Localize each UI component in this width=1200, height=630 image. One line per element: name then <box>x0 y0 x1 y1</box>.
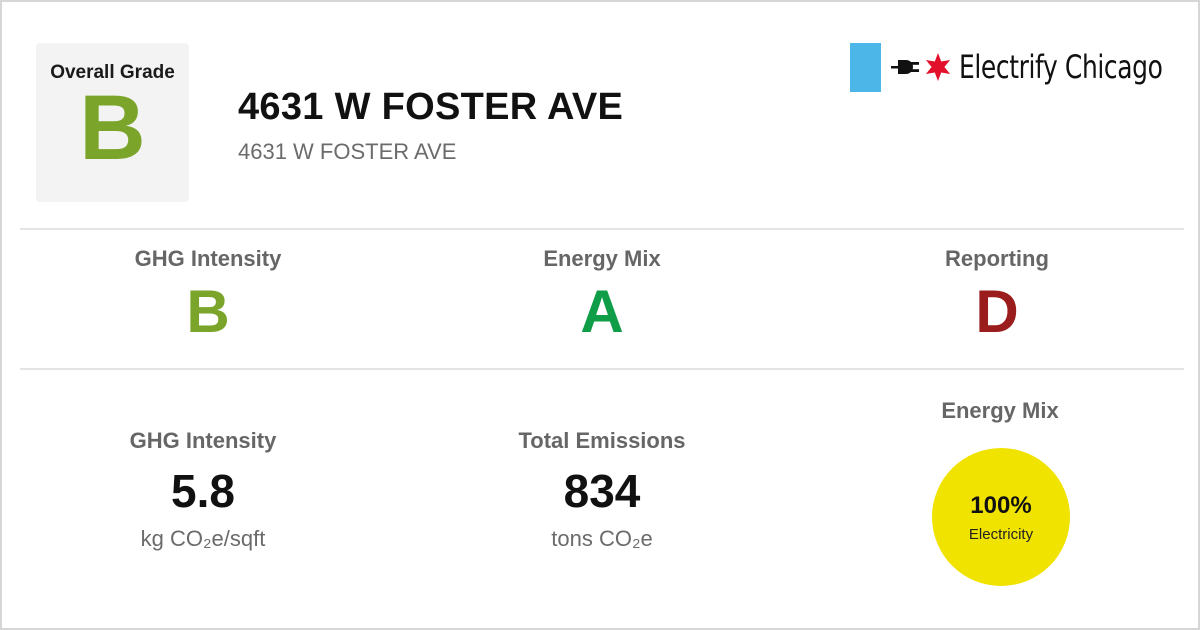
ghg-intensity-stat-label: GHG Intensity <box>129 428 277 453</box>
total-emissions-value: 834 <box>563 465 641 517</box>
ghg-intensity-unit: kg CO₂e/sqft <box>140 526 266 551</box>
electrify-chicago-logo: Electrify Chicago <box>850 42 1200 92</box>
reporting-grade: Reporting D <box>847 246 1147 342</box>
energy-mix-grade-label: Energy Mix <box>543 246 661 271</box>
plug-icon <box>891 60 919 74</box>
energy-mix-label: Energy Mix <box>941 398 1059 423</box>
chicago-star-icon <box>925 53 951 81</box>
total-emissions-unit: tons CO₂e <box>551 526 653 551</box>
total-emissions-label: Total Emissions <box>518 428 686 453</box>
ghg-intensity-grade-label: GHG Intensity <box>134 246 282 271</box>
brand-name: Electrify Chicago <box>959 48 1163 86</box>
energy-mix-stat: Energy Mix 100% Electricity <box>850 398 1150 586</box>
reporting-grade-label: Reporting <box>945 246 1049 271</box>
overall-grade-box: Overall Grade B <box>36 43 189 202</box>
divider <box>20 228 1184 230</box>
energy-mix-grade: Energy Mix A <box>452 246 752 342</box>
energy-mix-percent: 100% <box>970 491 1032 519</box>
ghg-intensity-value: 5.8 <box>171 465 235 517</box>
overall-grade-letter: B <box>79 77 146 179</box>
building-title: 4631 W FOSTER AVE <box>238 86 624 128</box>
building-address: 4631 W FOSTER AVE <box>238 139 457 164</box>
reporting-grade-letter: D <box>975 278 1019 345</box>
ghg-intensity-grade: GHG Intensity B <box>58 246 358 342</box>
energy-mix-grade-letter: A <box>580 278 624 345</box>
brand-blue-bar <box>850 42 881 92</box>
divider <box>20 368 1184 370</box>
building-card: Overall Grade B 4631 W FOSTER AVE 4631 W… <box>0 0 1200 630</box>
total-emissions-stat: Total Emissions 834 tons CO₂e <box>442 428 762 552</box>
energy-mix-source: Electricity <box>968 525 1034 543</box>
ghg-intensity-stat: GHG Intensity 5.8 kg CO₂e/sqft <box>43 428 363 552</box>
energy-mix-circle: 100% Electricity <box>932 448 1070 586</box>
ghg-intensity-grade-letter: B <box>186 278 230 345</box>
